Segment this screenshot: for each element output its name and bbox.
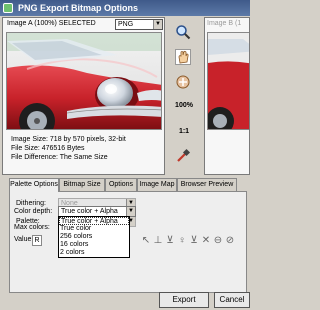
format-value: PNG: [118, 21, 134, 28]
tab-palette-options[interactable]: Palette Options: [9, 178, 59, 192]
eyedropper-tool-button[interactable]: [175, 148, 191, 164]
panel-a-header: Image A (100%) SELECTED: [7, 20, 96, 27]
tab-options[interactable]: Options: [105, 178, 137, 191]
color-depth-label: Color depth:: [14, 208, 53, 215]
tab-browser-preview[interactable]: Browser Preview: [177, 178, 237, 191]
hand-tool-button[interactable]: [175, 49, 191, 65]
eyedropper-icon: [177, 148, 191, 162]
delete-icon[interactable]: ✕: [200, 235, 212, 247]
value-field[interactable]: R: [32, 235, 42, 246]
export-button[interactable]: Export: [159, 292, 209, 308]
option-true-color[interactable]: True color: [59, 225, 129, 233]
file-difference-text: File Difference: The Same Size: [11, 154, 108, 161]
preview-panel-b[interactable]: Image B (1: [204, 17, 250, 175]
palette-toolbar: ↖ ⊥ ⊻ ♀ ⊻ ✕ ⊖ ⊘: [140, 235, 244, 249]
preview-panel-a[interactable]: Image A (100%) SELECTED PNG ▼ Image Size…: [2, 17, 165, 175]
zoom-100-button[interactable]: 100%: [169, 98, 199, 114]
cancel-button[interactable]: Cancel: [214, 292, 250, 308]
hand-icon: [178, 50, 189, 64]
shift-icon[interactable]: ⊖: [212, 235, 224, 247]
car-image-preview-b: [207, 32, 249, 130]
option-2-colors[interactable]: 2 colors: [59, 249, 129, 257]
arrow-cursor-icon: ↖: [141, 235, 151, 246]
tab-bitmap-size[interactable]: Bitmap Size: [59, 178, 105, 191]
actual-size-button[interactable]: 1:1: [169, 124, 199, 140]
option-256-colors[interactable]: 256 colors: [59, 233, 129, 241]
chevron-down-icon: ▼: [153, 20, 162, 29]
color-depth-value: True color + Alpha: [61, 208, 118, 215]
edit-icon[interactable]: ⊘: [224, 235, 236, 247]
image-info: Image Size: 718 by 570 pixels, 32-bit Fi…: [11, 135, 126, 162]
color-depth-dropdown: True color + Alpha True color 256 colors…: [58, 216, 130, 258]
chevron-down-icon: ▼: [126, 207, 135, 216]
transparent-icon[interactable]: ♀: [176, 235, 188, 247]
max-colors-label: Max colors:: [14, 224, 50, 231]
dithering-label: Dithering:: [16, 200, 46, 207]
tab-image-map[interactable]: Image Map: [137, 178, 177, 191]
value-label: Value:: [14, 236, 34, 243]
car-image-preview: [6, 32, 162, 130]
window-titlebar: PNG Export Bitmap Options: [0, 0, 250, 16]
lock-icon[interactable]: ⊥: [152, 235, 164, 247]
option-true-color-alpha[interactable]: True color + Alpha: [59, 217, 129, 225]
zoom-tool-button[interactable]: [175, 24, 191, 40]
panel-b-header: Image B (1: [207, 20, 242, 27]
file-size-text: File Size: 476516 Bytes: [11, 145, 85, 152]
image-size-text: Image Size: 718 by 570 pixels, 32-bit: [11, 136, 126, 143]
format-select[interactable]: PNG ▼: [115, 19, 163, 30]
app-icon: [3, 3, 13, 13]
option-16-colors[interactable]: 16 colors: [59, 241, 129, 249]
crop-icon: [176, 75, 190, 89]
web-snap-icon[interactable]: ⊻: [188, 235, 200, 247]
crop-tool-button[interactable]: [175, 74, 191, 90]
magnifier-icon: [176, 25, 191, 40]
window-title: PNG Export Bitmap Options: [18, 3, 139, 13]
snap-icon[interactable]: ⊻: [164, 235, 176, 247]
